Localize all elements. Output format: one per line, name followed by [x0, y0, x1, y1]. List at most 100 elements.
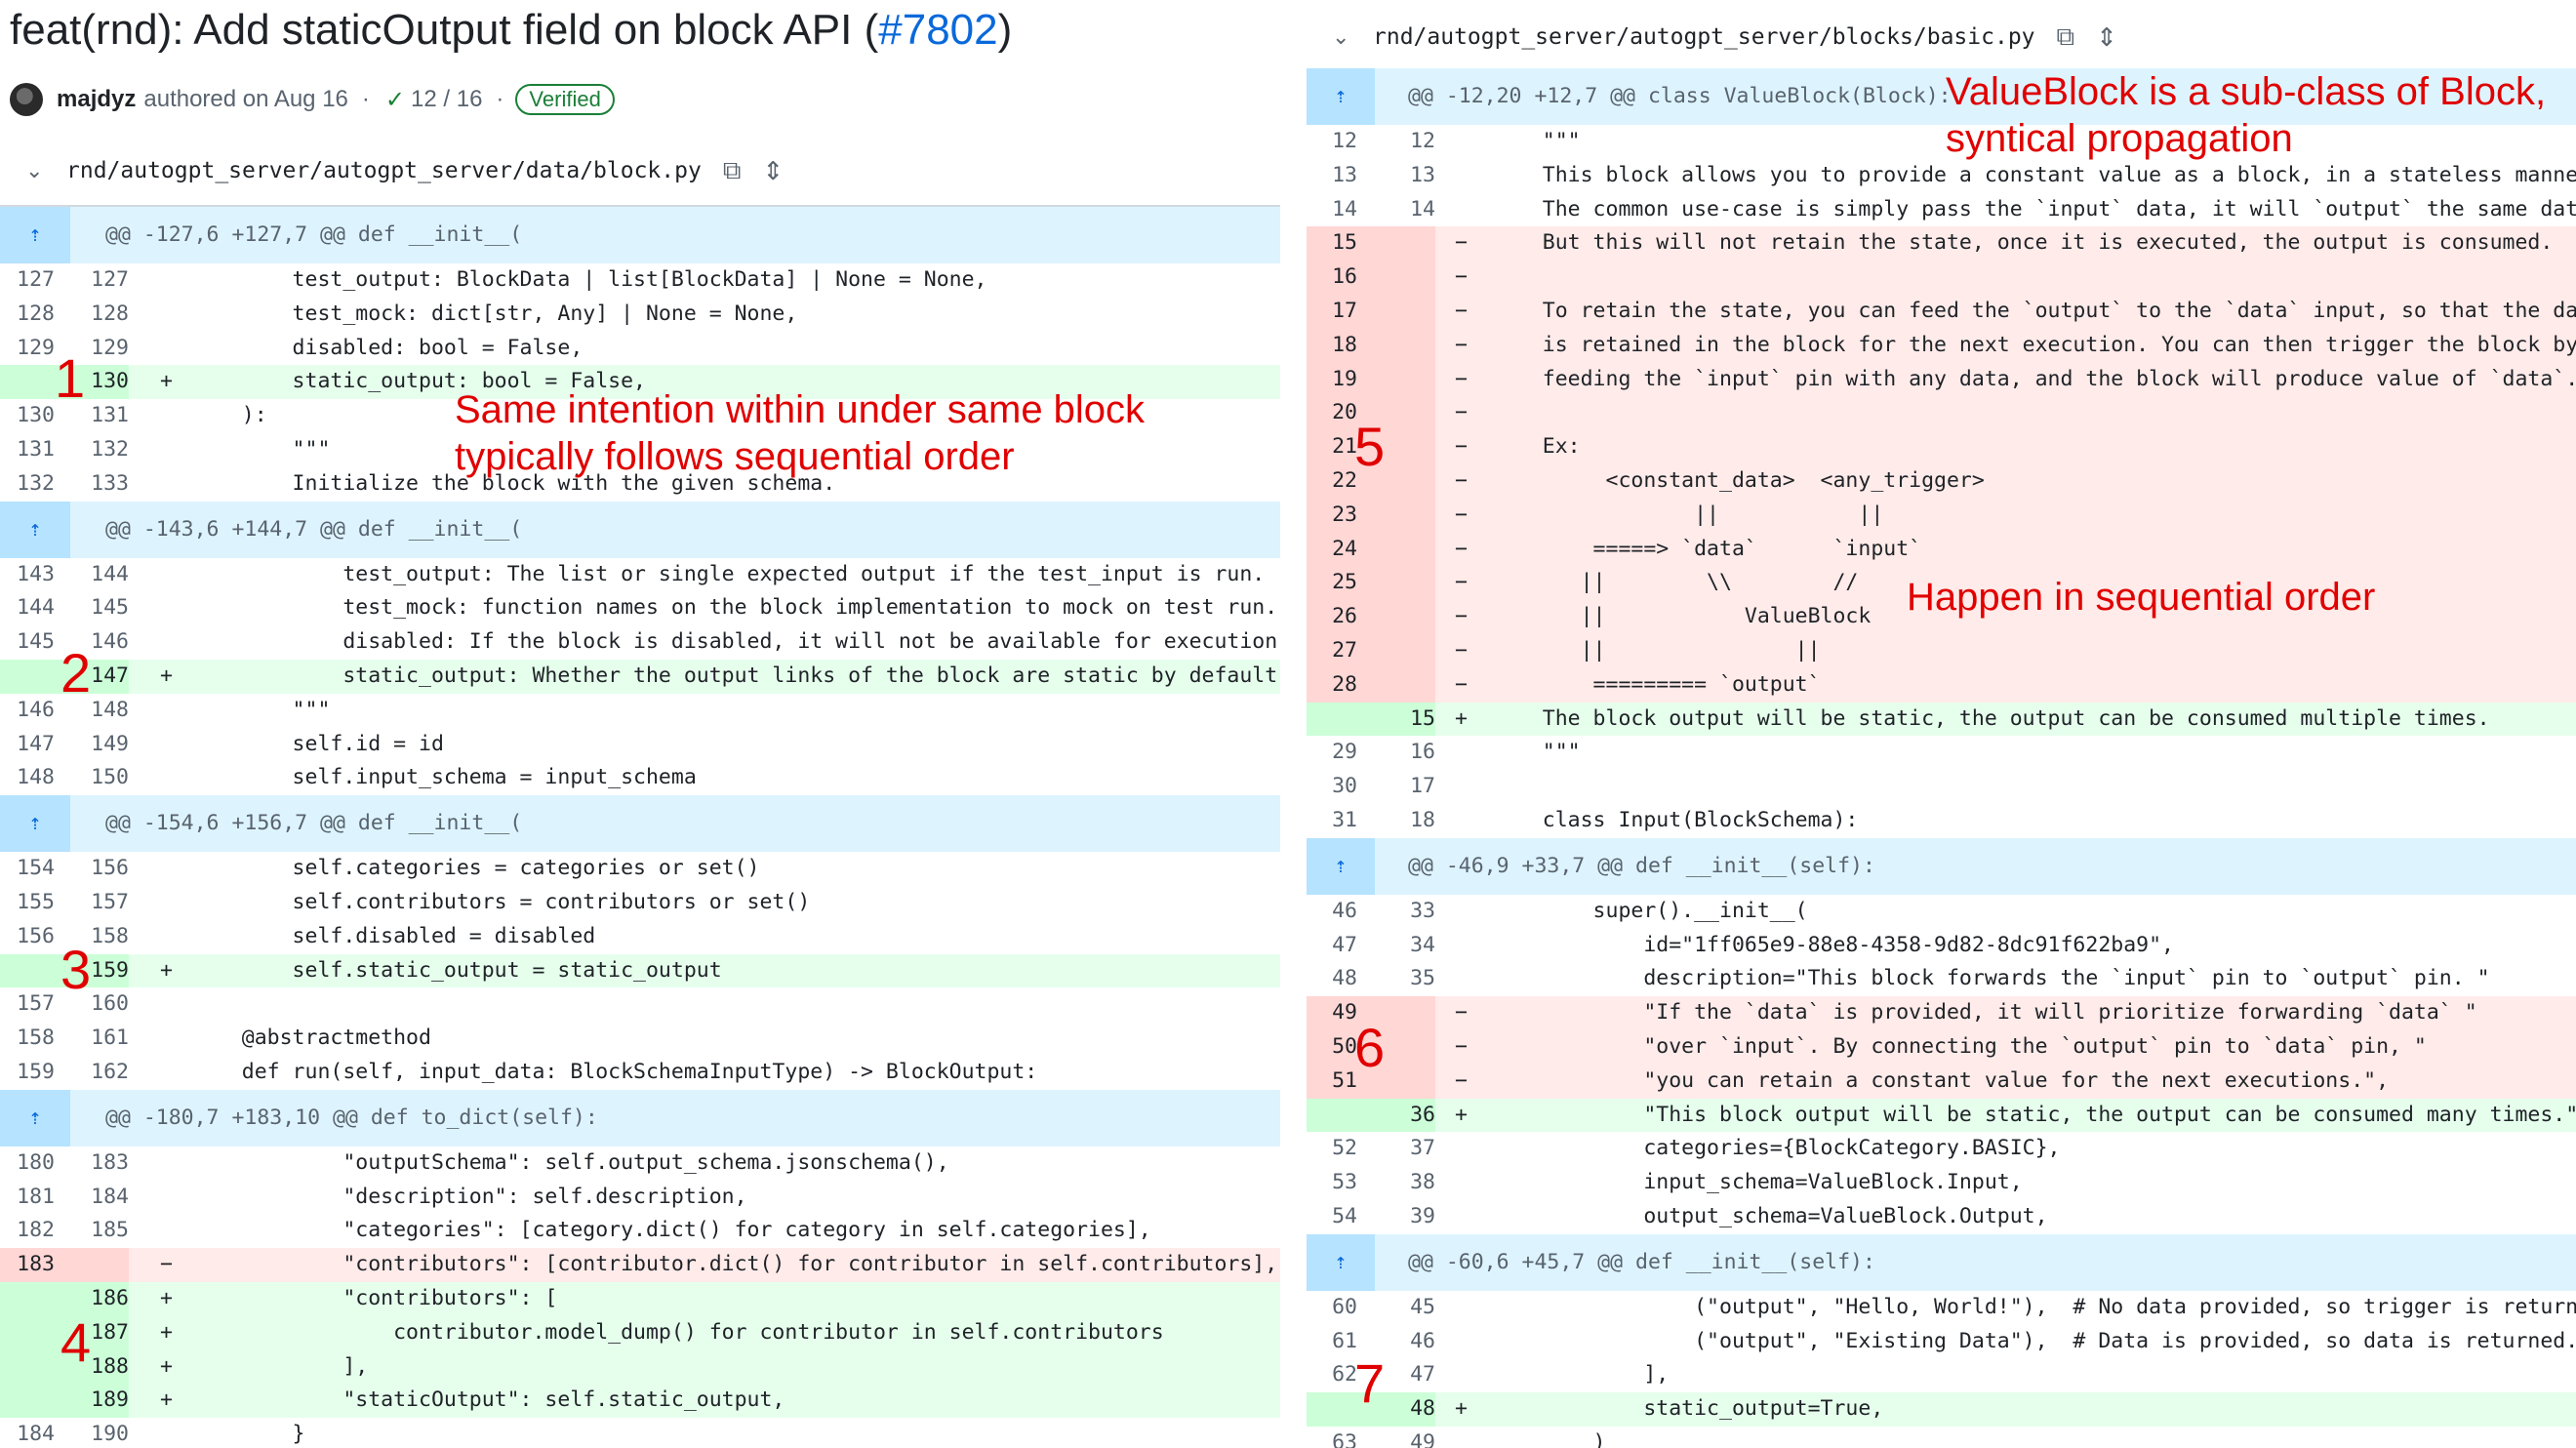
old-line-number[interactable]: 184: [0, 1418, 55, 1448]
new-line-number[interactable]: [1357, 294, 1435, 329]
new-line-number[interactable]: 128: [55, 298, 129, 332]
old-line-number[interactable]: 183: [0, 1248, 55, 1282]
old-line-number[interactable]: 13: [1307, 159, 1357, 193]
old-line-number[interactable]: 61: [1307, 1325, 1357, 1359]
old-line-number[interactable]: 49: [1307, 996, 1357, 1030]
old-line-number[interactable]: 62: [1307, 1358, 1357, 1392]
expand-up-icon[interactable]: ⇡: [1307, 837, 1375, 895]
old-line-number[interactable]: 182: [0, 1214, 55, 1248]
author-link[interactable]: majdyz: [57, 86, 136, 113]
new-line-number[interactable]: 133: [55, 467, 129, 502]
new-line-number[interactable]: 127: [55, 263, 129, 298]
new-line-number[interactable]: 183: [55, 1146, 129, 1181]
new-line-number[interactable]: 189: [55, 1384, 129, 1419]
new-line-number[interactable]: [1357, 600, 1435, 634]
old-line-number[interactable]: [1307, 1098, 1357, 1133]
expand-up-icon[interactable]: ⇡: [0, 1089, 70, 1146]
hunk-header[interactable]: ⇡ @@ -154,6 +156,7 @@ def __init__(: [0, 795, 1280, 853]
old-line-number[interactable]: 127: [0, 263, 55, 298]
new-line-number[interactable]: 145: [55, 591, 129, 625]
expand-up-icon[interactable]: ⇡: [0, 501, 70, 558]
chevron-down-icon[interactable]: ⌄: [1332, 24, 1351, 50]
old-line-number[interactable]: 54: [1307, 1200, 1357, 1234]
old-line-number[interactable]: 47: [1307, 929, 1357, 963]
new-line-number[interactable]: 33: [1357, 895, 1435, 929]
new-line-number[interactable]: 157: [55, 886, 129, 920]
avatar[interactable]: [10, 83, 43, 116]
old-line-number[interactable]: [0, 659, 55, 694]
old-line-number[interactable]: 20: [1307, 396, 1357, 431]
copy-icon[interactable]: ⧉: [723, 155, 742, 186]
hunk-header[interactable]: ⇡ @@ -46,9 +33,7 @@ def __init__(self):: [1307, 837, 2576, 895]
new-line-number[interactable]: [55, 1248, 129, 1282]
new-line-number[interactable]: 156: [55, 852, 129, 886]
old-line-number[interactable]: 27: [1307, 633, 1357, 668]
old-line-number[interactable]: 157: [0, 987, 55, 1022]
old-line-number[interactable]: [0, 1315, 55, 1350]
old-line-number[interactable]: 147: [0, 728, 55, 762]
old-line-number[interactable]: [0, 1281, 55, 1316]
old-line-number[interactable]: 131: [0, 433, 55, 467]
old-line-number[interactable]: 15: [1307, 226, 1357, 261]
old-line-number[interactable]: 24: [1307, 532, 1357, 567]
new-line-number[interactable]: [1357, 362, 1435, 397]
new-line-number[interactable]: 37: [1357, 1132, 1435, 1166]
old-line-number[interactable]: [1307, 702, 1357, 737]
old-line-number[interactable]: 16: [1307, 261, 1357, 295]
old-line-number[interactable]: 12: [1307, 125, 1357, 159]
old-line-number[interactable]: 14: [1307, 193, 1357, 227]
old-line-number[interactable]: 21: [1307, 430, 1357, 464]
old-line-number[interactable]: 53: [1307, 1166, 1357, 1200]
old-line-number[interactable]: [0, 953, 55, 988]
expand-all-icon[interactable]: ⇕: [2096, 22, 2117, 53]
old-line-number[interactable]: 23: [1307, 498, 1357, 533]
old-line-number[interactable]: 30: [1307, 770, 1357, 804]
old-line-number[interactable]: 145: [0, 625, 55, 660]
old-line-number[interactable]: [0, 1349, 55, 1385]
expand-up-icon[interactable]: ⇡: [1307, 1233, 1375, 1291]
old-line-number[interactable]: 46: [1307, 895, 1357, 929]
hunk-header[interactable]: ⇡ @@ -143,6 +144,7 @@ def __init__(: [0, 501, 1280, 558]
new-line-number[interactable]: 149: [55, 728, 129, 762]
old-line-number[interactable]: 29: [1307, 736, 1357, 770]
new-line-number[interactable]: 16: [1357, 736, 1435, 770]
old-line-number[interactable]: 130: [0, 399, 55, 433]
pr-number-link[interactable]: #7802: [878, 6, 997, 54]
new-line-number[interactable]: 184: [55, 1181, 129, 1215]
new-line-number[interactable]: 14: [1357, 193, 1435, 227]
expand-up-icon[interactable]: ⇡: [1307, 68, 1375, 125]
old-line-number[interactable]: 181: [0, 1181, 55, 1215]
new-line-number[interactable]: 190: [55, 1418, 129, 1448]
old-line-number[interactable]: 28: [1307, 667, 1357, 703]
old-line-number[interactable]: [0, 1384, 55, 1419]
new-line-number[interactable]: 35: [1357, 962, 1435, 996]
old-line-number[interactable]: 129: [0, 332, 55, 366]
new-line-number[interactable]: 18: [1357, 804, 1435, 838]
expand-up-icon[interactable]: ⇡: [0, 207, 70, 263]
old-line-number[interactable]: 144: [0, 591, 55, 625]
left-file-path[interactable]: rnd/autogpt_server/autogpt_server/data/b…: [66, 158, 702, 183]
new-line-number[interactable]: 144: [55, 558, 129, 592]
verified-badge[interactable]: Verified: [515, 84, 615, 115]
old-line-number[interactable]: 17: [1307, 294, 1357, 329]
right-file-path[interactable]: rnd/autogpt_server/autogpt_server/blocks…: [1373, 24, 2035, 50]
old-line-number[interactable]: 146: [0, 694, 55, 728]
hunk-header[interactable]: ⇡ @@ -60,6 +45,7 @@ def __init__(self):: [1307, 1233, 2576, 1291]
old-line-number[interactable]: 132: [0, 467, 55, 502]
old-line-number[interactable]: 155: [0, 886, 55, 920]
new-line-number[interactable]: [1357, 667, 1435, 703]
old-line-number[interactable]: 50: [1307, 1029, 1357, 1065]
new-line-number[interactable]: 132: [55, 433, 129, 467]
old-line-number[interactable]: 51: [1307, 1064, 1357, 1099]
new-line-number[interactable]: [1357, 633, 1435, 668]
old-line-number[interactable]: 22: [1307, 463, 1357, 499]
old-line-number[interactable]: 25: [1307, 566, 1357, 601]
checks-count[interactable]: 12 / 16: [411, 86, 482, 113]
old-line-number[interactable]: 26: [1307, 600, 1357, 634]
old-line-number[interactable]: 60: [1307, 1291, 1357, 1325]
old-line-number[interactable]: 148: [0, 761, 55, 795]
new-line-number[interactable]: 49: [1357, 1427, 1435, 1448]
old-line-number[interactable]: 63: [1307, 1427, 1357, 1448]
new-line-number[interactable]: [1357, 498, 1435, 533]
new-line-number[interactable]: 12: [1357, 125, 1435, 159]
